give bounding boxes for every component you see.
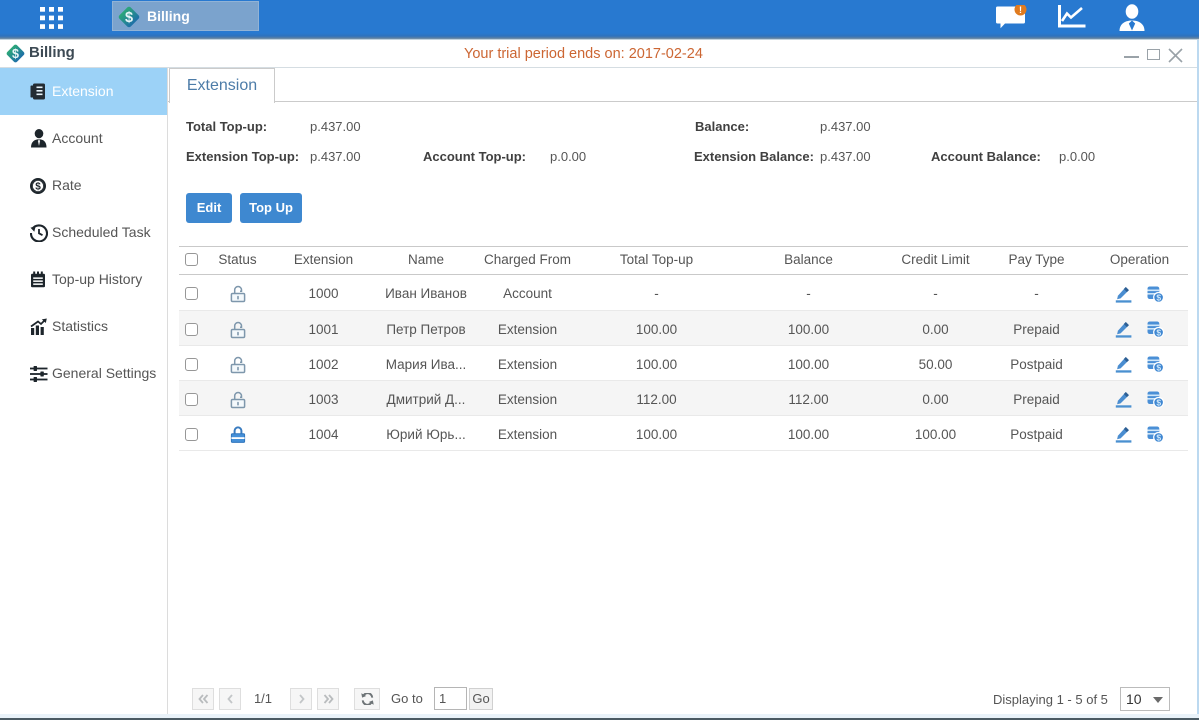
svg-text:$: $ bbox=[1156, 398, 1161, 408]
svg-text:$: $ bbox=[1156, 363, 1161, 373]
svg-text:$: $ bbox=[1156, 328, 1161, 338]
svg-text:$: $ bbox=[1156, 292, 1161, 302]
svg-text:!: ! bbox=[1019, 5, 1022, 15]
svg-text:$: $ bbox=[12, 47, 19, 61]
svg-text:$: $ bbox=[35, 182, 41, 193]
svg-text:$: $ bbox=[125, 10, 133, 26]
svg-text:$: $ bbox=[1156, 433, 1161, 443]
